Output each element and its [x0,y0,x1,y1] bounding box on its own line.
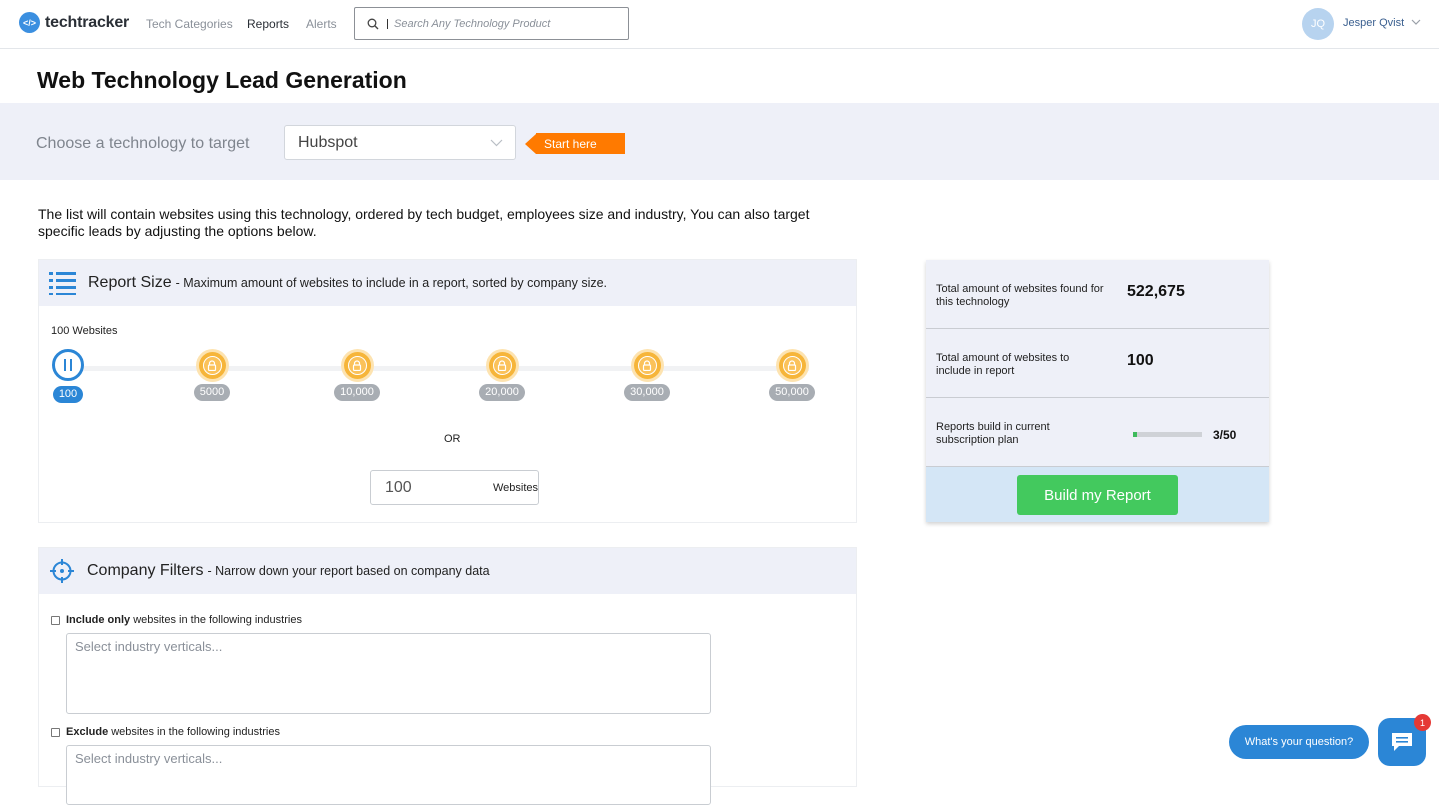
website-count-input[interactable] [385,478,493,497]
summary-label: Total amount of websites found for this … [936,283,1104,308]
pause-icon [64,359,72,371]
company-filters-subtitle: - Narrow down your report based on compa… [207,564,490,578]
chat-prompt-bubble[interactable]: What's your question? [1229,725,1369,759]
report-size-panel: Report Size - Maximum amount of websites… [38,259,857,523]
text-cursor [387,18,388,29]
size-step-label: 20,000 [479,384,525,401]
include-label-bold: Include only [66,614,131,626]
page-title: Web Technology Lead Generation [37,67,407,93]
logo[interactable]: </> techtracker [19,12,129,33]
summary-total-found: Total amount of websites found for this … [926,260,1269,329]
summary-label: Reports build in current subscription pl… [936,421,1050,446]
report-summary-card: Total amount of websites found for this … [926,260,1269,522]
selected-size-label: 100 Websites [51,325,118,337]
lock-icon [497,360,507,371]
nav-tech-categories[interactable]: Tech Categories [146,17,233,31]
summary-label: Total amount of websites to include in r… [936,352,1070,377]
exclude-industries-input[interactable] [66,745,711,805]
intro-text: The list will contain websites using thi… [38,206,810,239]
arrow-left-icon [525,133,536,154]
exclude-industries-checkbox[interactable] [51,727,60,737]
website-count-field[interactable]: Websites [370,470,539,505]
include-industries-row: Include only websites in the following i… [51,614,302,626]
size-step-label: 100 [52,386,84,403]
company-filters-header: Company Filters - Narrow down your repor… [39,548,856,594]
include-label: websites in the following industries [133,614,302,626]
company-filters-title: Company Filters [87,562,204,579]
start-here-callout: Start here [525,133,625,154]
report-size-header: Report Size - Maximum amount of websites… [39,260,856,306]
exclude-label-bold: Exclude [66,726,109,738]
search-box[interactable] [354,7,629,40]
technology-select[interactable]: Hubspot [284,125,516,160]
size-step-20000[interactable]: 20,000 [462,352,542,401]
top-navbar: </> techtracker Tech Categories Reports … [0,0,1439,49]
summary-value: 100 [1127,352,1154,369]
slider-handle[interactable] [52,349,84,381]
build-report-area: Build my Report [926,467,1269,522]
search-input[interactable] [394,17,614,30]
exclude-industries-row: Exclude websites in the following indust… [51,726,280,738]
size-step-100[interactable]: 100 [28,349,108,403]
include-industries-input[interactable] [66,633,711,714]
or-label: OR [444,433,461,445]
size-step-30000[interactable]: 30,000 [607,352,687,401]
size-step-50000[interactable]: 50,000 [752,352,832,401]
chevron-down-icon [490,139,503,147]
build-report-button[interactable]: Build my Report [1017,475,1178,515]
summary-value: 522,675 [1127,283,1185,300]
exclude-label: websites in the following industries [111,726,280,738]
size-step-5000[interactable]: 5000 [172,352,252,401]
notification-badge: 1 [1414,714,1431,731]
size-step-label: 50,000 [769,384,815,401]
size-step-10000[interactable]: 10,000 [317,352,397,401]
chevron-down-icon[interactable] [1411,19,1421,26]
include-industries-checkbox[interactable] [51,615,60,625]
website-count-unit: Websites [493,481,539,494]
nav-alerts[interactable]: Alerts [306,17,337,31]
chat-icon [1392,733,1412,751]
nav-reports[interactable]: Reports [247,17,289,31]
target-label: Choose a technology to target [36,135,250,152]
report-size-title: Report Size [88,274,172,291]
logo-code-icon: </> [19,12,40,33]
size-step-label: 30,000 [624,384,670,401]
technology-select-value: Hubspot [298,133,358,151]
report-size-subtitle: - Maximum amount of websites to include … [175,276,608,290]
summary-to-include: Total amount of websites to include in r… [926,329,1269,398]
company-filters-panel: Company Filters - Narrow down your repor… [38,547,857,805]
list-icon [49,272,76,295]
reports-progress-value: 3/50 [1213,428,1237,442]
lock-icon [787,360,797,371]
reports-progress-fill [1133,432,1138,437]
logo-text: techtracker [45,13,130,31]
crosshair-icon [50,559,74,583]
lock-icon [352,360,362,371]
search-icon [367,18,379,29]
lock-icon [207,360,217,371]
size-step-label: 10,000 [334,384,380,401]
size-step-label: 5000 [193,384,231,401]
user-name[interactable]: Jesper Qvist [1343,17,1404,29]
start-here-label: Start here [536,133,625,154]
lock-icon [642,360,652,371]
reports-progress-bar [1133,432,1202,437]
avatar[interactable]: JQ [1302,8,1334,40]
